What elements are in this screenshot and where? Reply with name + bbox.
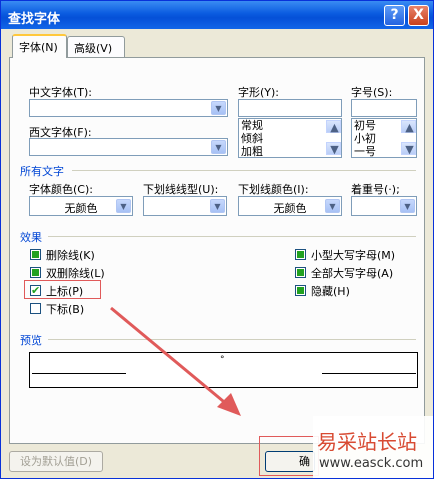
annotation-highlight-box: [259, 436, 319, 476]
watermark-title: 易采站长站: [317, 430, 417, 454]
watermark: 易采站长站 www.easck.com: [313, 416, 433, 478]
watermark-url: www.easck.com: [319, 456, 424, 471]
tab-font[interactable]: 字体(N): [12, 34, 67, 58]
set-default-button[interactable]: 设为默认值(D): [9, 451, 103, 472]
find-font-dialog: 查找字体 ? X 字体(N) 高级(V) 中文字体(T): ▼ 西文字体(F):…: [0, 0, 434, 479]
annotation-arrow-icon: [110, 306, 241, 416]
